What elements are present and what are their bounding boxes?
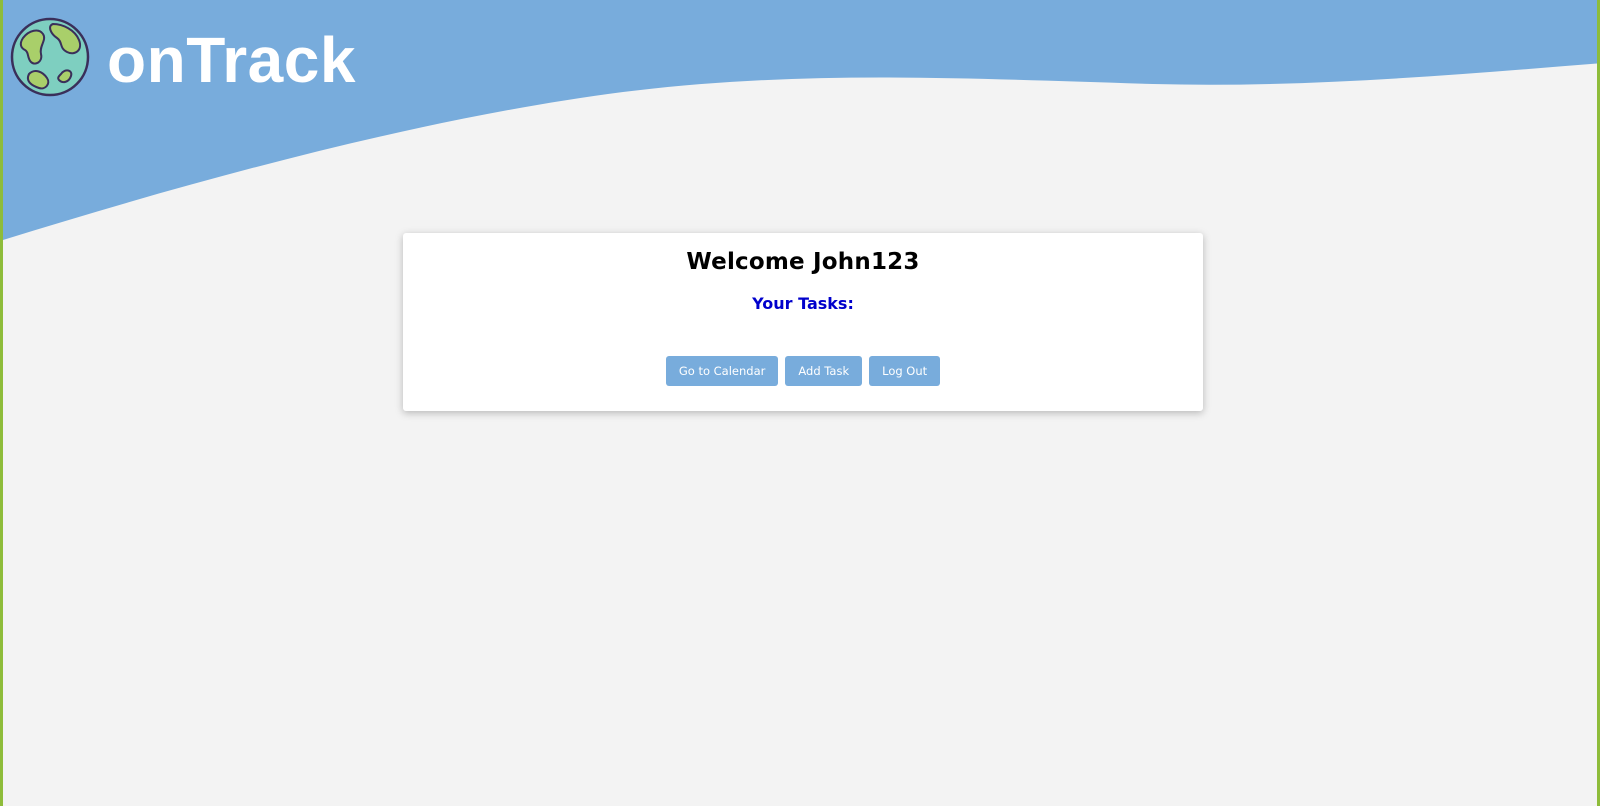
action-buttons: Go to Calendar Add Task Log Out [403, 356, 1203, 386]
page: onTrack Welcome John123 Your Tasks: Go t… [0, 0, 1600, 806]
add-task-button[interactable]: Add Task [785, 356, 863, 386]
welcome-heading: Welcome John123 [686, 249, 920, 275]
log-out-button[interactable]: Log Out [869, 356, 941, 386]
brand-name: onTrack [107, 24, 356, 96]
tasks-heading: Your Tasks: [752, 294, 854, 313]
task-list [403, 313, 1203, 355]
brand[interactable]: onTrack [9, 16, 356, 98]
dashboard-card: Welcome John123 Your Tasks: Go to Calend… [403, 233, 1203, 411]
globe-icon [10, 17, 90, 97]
go-to-calendar-button[interactable]: Go to Calendar [665, 356, 779, 386]
